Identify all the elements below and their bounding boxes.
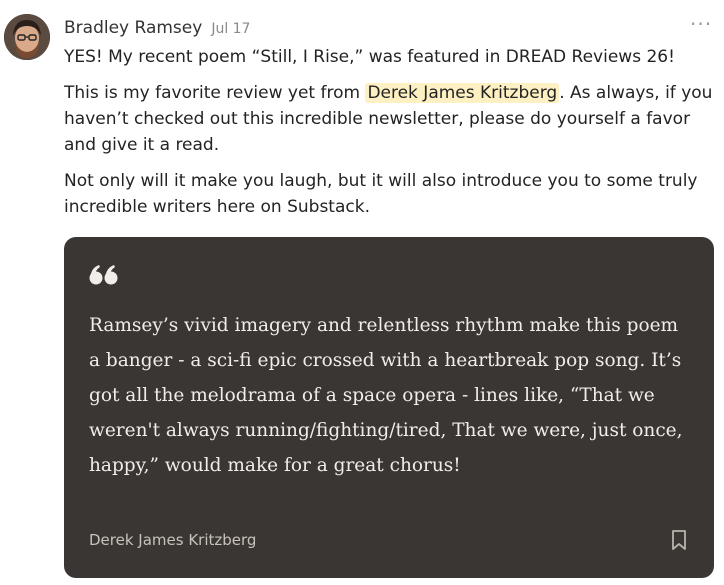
quote-icon <box>89 265 118 285</box>
post-paragraph-1: YES! My recent poem “Still, I Rise,” was… <box>64 47 675 67</box>
post-paragraph-3: Not only will it make you laugh, but it … <box>64 171 698 217</box>
post-body: YES! My recent poem “Still, I Rise,” was… <box>64 44 714 230</box>
post-header: Bradley Ramsey Jul 17 <box>64 18 250 38</box>
post-date[interactable]: Jul 17 <box>211 21 250 37</box>
post-paragraph-2: This is my favorite review yet from Dere… <box>64 80 714 158</box>
author-name[interactable]: Bradley Ramsey <box>64 18 202 38</box>
paragraph-2-text-before: This is my favorite review yet from <box>64 83 366 103</box>
avatar-image <box>4 14 50 60</box>
author-avatar[interactable] <box>4 14 50 60</box>
quote-source[interactable]: Derek James Kritzberg <box>89 531 256 549</box>
quote-text: Ramsey’s vivid imagery and relentless rh… <box>89 315 683 476</box>
quote-card[interactable]: Ramsey’s vivid imagery and relentless rh… <box>64 237 714 578</box>
more-options-icon[interactable]: ··· <box>690 14 712 34</box>
mention-link[interactable]: Derek James Kritzberg <box>365 83 560 103</box>
bookmark-icon[interactable] <box>670 529 688 551</box>
